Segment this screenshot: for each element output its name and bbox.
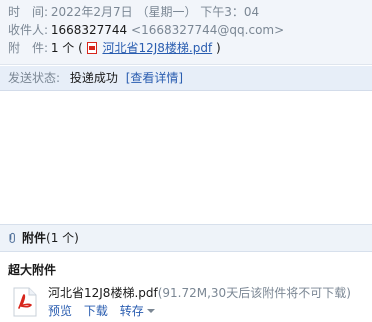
attachment-file-name-line: 河北省12J8楼梯.pdf(91.72M,30天后该附件将不可下载) [48, 285, 351, 301]
status-value: 投递成功 [69, 71, 118, 85]
download-button[interactable]: 下载 [84, 304, 108, 318]
attachment-file-name[interactable]: 河北省12J8楼梯.pdf [48, 286, 158, 300]
attachment-file-row: 河北省12J8楼梯.pdf(91.72M,30天后该附件将不可下载) 预览 下载… [8, 285, 368, 319]
attachments-count: (1 个) [46, 231, 79, 245]
preview-button[interactable]: 预览 [48, 304, 72, 318]
attachment-link[interactable]: 河北省12J8楼梯.pdf [102, 41, 212, 55]
time-label: 时 间: [8, 5, 49, 19]
recipient-name[interactable]: 1668327744 [51, 23, 127, 37]
attachment-label: 附 件: [8, 41, 49, 55]
paperclip-icon [9, 232, 15, 243]
mail-header: 时 间: 2022年2月7日 （星期一） 下午3：04 收件人: 1668327… [0, 0, 372, 65]
attachments-title-text: 附件 [22, 231, 47, 245]
time-value: 2022年2月7日 （星期一） 下午3：04 [50, 5, 260, 19]
attachment-count: 1 个 ( [50, 41, 83, 55]
recipient-email[interactable]: <1668327744@qq.com> [131, 23, 284, 37]
attachment-row: 附 件: 1 个 ( 河北省12J8楼梯.pdf ) [8, 40, 221, 56]
pdf-file-icon [13, 287, 37, 317]
large-attachment-title: 超大附件 [8, 263, 57, 277]
recipient-label: 收件人: [8, 23, 49, 37]
attachments-header: 附件(1 个) [0, 224, 372, 252]
status-details-link[interactable]: [查看详情] [126, 71, 183, 85]
chevron-down-icon [146, 309, 155, 313]
recipient-row: 收件人: 1668327744 <1668327744@qq.com> [8, 22, 284, 38]
send-status-bar: 发送状态: 投递成功 [查看详情] [0, 66, 372, 91]
status-label: 发送状态: [8, 71, 61, 85]
time-row: 时 间: 2022年2月7日 （星期一） 下午3：04 [8, 4, 259, 20]
attachment-file-actions: 预览 下载 转存 [48, 303, 171, 319]
pdf-icon [86, 42, 97, 54]
save-to-cloud-label: 转存 [119, 304, 144, 318]
attachment-file-meta: (91.72M,30天后该附件将不可下载) [157, 286, 351, 300]
attachments-title: 附件(1 个) [22, 230, 79, 246]
attachment-close: ) [215, 41, 221, 55]
save-to-cloud-button[interactable]: 转存 [120, 304, 163, 318]
send-status: 发送状态: 投递成功 [查看详情] [8, 70, 183, 86]
